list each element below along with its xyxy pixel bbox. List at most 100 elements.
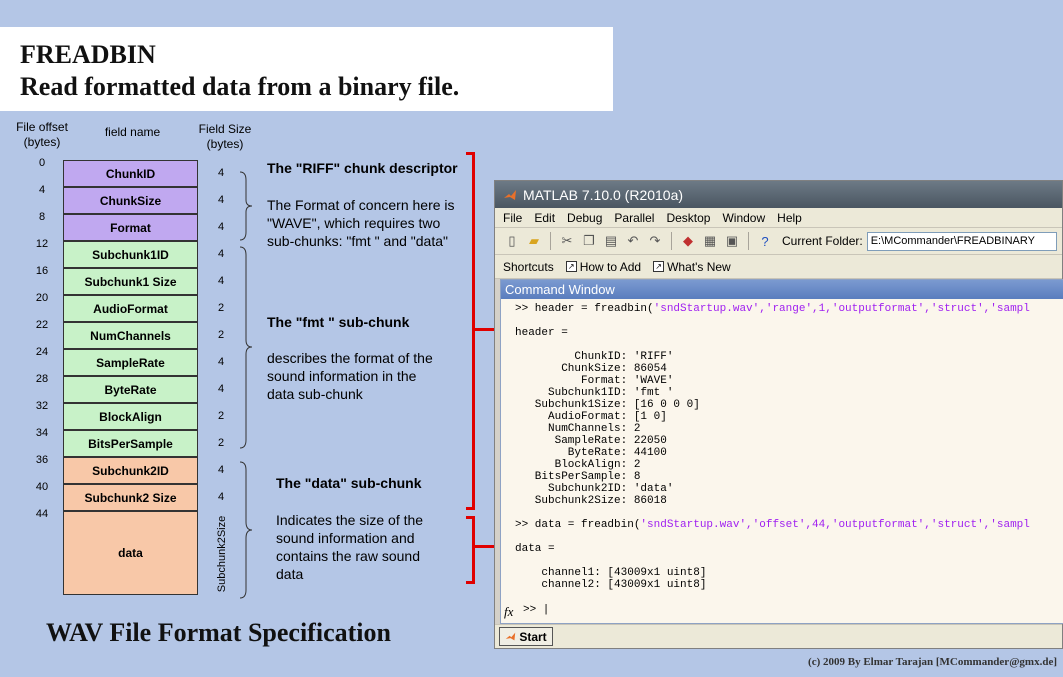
matlab-toolbar: ▯ ▰ ✂ ❐ ▤ ↶ ↷ ◆ ▦ ▣ ? Current Folder: E:… — [495, 228, 1062, 255]
command-window-title: Command Window — [501, 280, 1063, 299]
offset-label: 4 — [38, 184, 46, 196]
field-size-vertical: Subchunk2Size — [212, 512, 232, 596]
field-chunkid: ChunkID — [63, 160, 198, 187]
field-size-label: 4 — [217, 491, 225, 503]
field-audioformat: AudioFormat — [63, 295, 198, 322]
offset-label: 22 — [35, 319, 49, 331]
matlab-logo-icon — [504, 189, 516, 200]
copyright: (c) 2009 By Elmar Tarajan [MCommander@gm… — [808, 656, 1057, 668]
data-description: Indicates the size of the sound informat… — [276, 512, 424, 582]
cut-icon[interactable]: ✂ — [558, 232, 576, 250]
status-bar: Start — [495, 624, 1062, 648]
offset-label: 20 — [35, 292, 49, 304]
how-to-add-label: How to Add — [579, 259, 642, 274]
header-struct-output: ChunkID: 'RIFF' ChunkSize: 86054 Format:… — [534, 351, 700, 507]
menu-help[interactable]: Help — [777, 211, 802, 225]
offset-label: 34 — [35, 427, 49, 439]
field-samplerate: SampleRate — [63, 349, 198, 376]
title-line1: FREADBIN — [20, 40, 156, 69]
field-size-label: 4 — [217, 167, 225, 179]
offset-label: 44 — [35, 508, 49, 520]
start-button[interactable]: Start — [499, 627, 553, 646]
menu-file[interactable]: File — [503, 211, 522, 225]
field-chunksize: ChunkSize — [63, 187, 198, 214]
whats-new-link[interactable]: ↗ What's New — [653, 260, 731, 274]
field-size-label: 4 — [217, 194, 225, 206]
field-subchunk2size: Subchunk2 Size — [63, 484, 198, 511]
shortcuts-label[interactable]: Shortcuts — [503, 260, 554, 274]
field-numchannels: NumChannels — [63, 322, 198, 349]
header-file-offset: File offset (bytes) — [16, 120, 68, 149]
help-icon[interactable]: ? — [756, 232, 774, 250]
redo-icon[interactable]: ↷ — [646, 232, 664, 250]
field-size-label: 4 — [217, 383, 225, 395]
field-size-label: 2 — [217, 410, 225, 422]
brace-data — [239, 461, 253, 599]
menu-debug[interactable]: Debug — [567, 211, 602, 225]
profiler-icon[interactable]: ▣ — [723, 232, 741, 250]
riff-title: The "RIFF" chunk descriptor — [267, 160, 458, 176]
command-2: >> data = freadbin('sndStartup.wav','off… — [515, 519, 1030, 531]
matlab-menu-bar: File Edit Debug Parallel Desktop Window … — [495, 208, 1062, 228]
field-size-label: 2 — [217, 437, 225, 449]
footer-title: WAV File Format Specification — [46, 618, 391, 647]
data-label: data = — [515, 543, 555, 555]
field-format: Format — [63, 214, 198, 241]
title-banner: FREADBIN Read formatted data from a bina… — [0, 27, 613, 111]
offset-label: 40 — [35, 481, 49, 493]
command-window[interactable]: Command Window >> header = freadbin('snd… — [500, 279, 1063, 624]
command-prompt[interactable]: >> | — [523, 604, 549, 616]
guide-icon[interactable]: ▦ — [701, 232, 719, 250]
data-title: The "data" sub-chunk — [276, 475, 422, 491]
current-folder-input[interactable]: E:\MCommander\FREADBINARY — [866, 231, 1057, 251]
riff-description: The Format of concern here is "WAVE", wh… — [267, 197, 455, 249]
undo-icon[interactable]: ↶ — [624, 232, 642, 250]
field-blockalign: BlockAlign — [63, 403, 198, 430]
field-subchunk1size: Subchunk1 Size — [63, 268, 198, 295]
offset-label: 32 — [35, 400, 49, 412]
header-label: header = — [515, 327, 568, 339]
matlab-window[interactable]: MATLAB 7.10.0 (R2010a) File Edit Debug P… — [494, 180, 1063, 649]
field-bitspersample: BitsPerSample — [63, 430, 198, 457]
fx-icon[interactable]: fx — [504, 604, 513, 620]
header-field-name: field name — [104, 125, 161, 139]
field-size-label: 4 — [217, 464, 225, 476]
field-size-label: 2 — [217, 329, 225, 341]
matlab-logo-icon — [506, 632, 516, 641]
menu-parallel[interactable]: Parallel — [614, 211, 654, 225]
menu-edit[interactable]: Edit — [534, 211, 555, 225]
command-1: >> header = freadbin('sndStartup.wav','r… — [515, 303, 1030, 315]
matlab-title-bar[interactable]: MATLAB 7.10.0 (R2010a) — [495, 181, 1062, 208]
field-size-label: 4 — [217, 221, 225, 233]
field-size-label: Subchunk2Size — [216, 515, 228, 593]
offset-label: 36 — [35, 454, 49, 466]
title-line2: Read formatted data from a binary file. — [20, 72, 460, 101]
command-window-output[interactable]: >> header = freadbin('sndStartup.wav','r… — [501, 299, 1063, 623]
paste-icon[interactable]: ▤ — [602, 232, 620, 250]
brace-fmt — [239, 246, 253, 449]
matlab-title: MATLAB 7.10.0 (R2010a) — [523, 186, 684, 203]
whats-new-label: What's New — [667, 259, 731, 274]
field-size-label: 4 — [217, 356, 225, 368]
offset-label: 16 — [35, 265, 49, 277]
red-bracket-header — [466, 152, 475, 510]
offset-label: 28 — [35, 373, 49, 385]
red-bracket-data — [466, 516, 475, 584]
field-size-label: 4 — [217, 248, 225, 260]
menu-window[interactable]: Window — [722, 211, 765, 225]
shortcut-icon: ↗ — [653, 261, 665, 272]
field-size-label: 2 — [217, 302, 225, 314]
fmt-description: describes the format of the sound inform… — [267, 350, 433, 402]
current-folder-label: Current Folder: — [782, 234, 863, 248]
simulink-icon[interactable]: ◆ — [679, 232, 697, 250]
open-folder-icon[interactable]: ▰ — [525, 232, 543, 250]
offset-label: 0 — [38, 157, 46, 169]
data-struct-output: channel1: [43009x1 uint8] channel2: [430… — [541, 567, 707, 591]
new-file-icon[interactable]: ▯ — [503, 232, 521, 250]
brace-riff — [239, 171, 253, 241]
how-to-add-link[interactable]: ↗ How to Add — [565, 259, 642, 274]
copy-icon[interactable]: ❐ — [580, 232, 598, 250]
offset-label: 24 — [35, 346, 49, 358]
field-subchunk2id: Subchunk2ID — [63, 457, 198, 484]
menu-desktop[interactable]: Desktop — [666, 211, 710, 225]
